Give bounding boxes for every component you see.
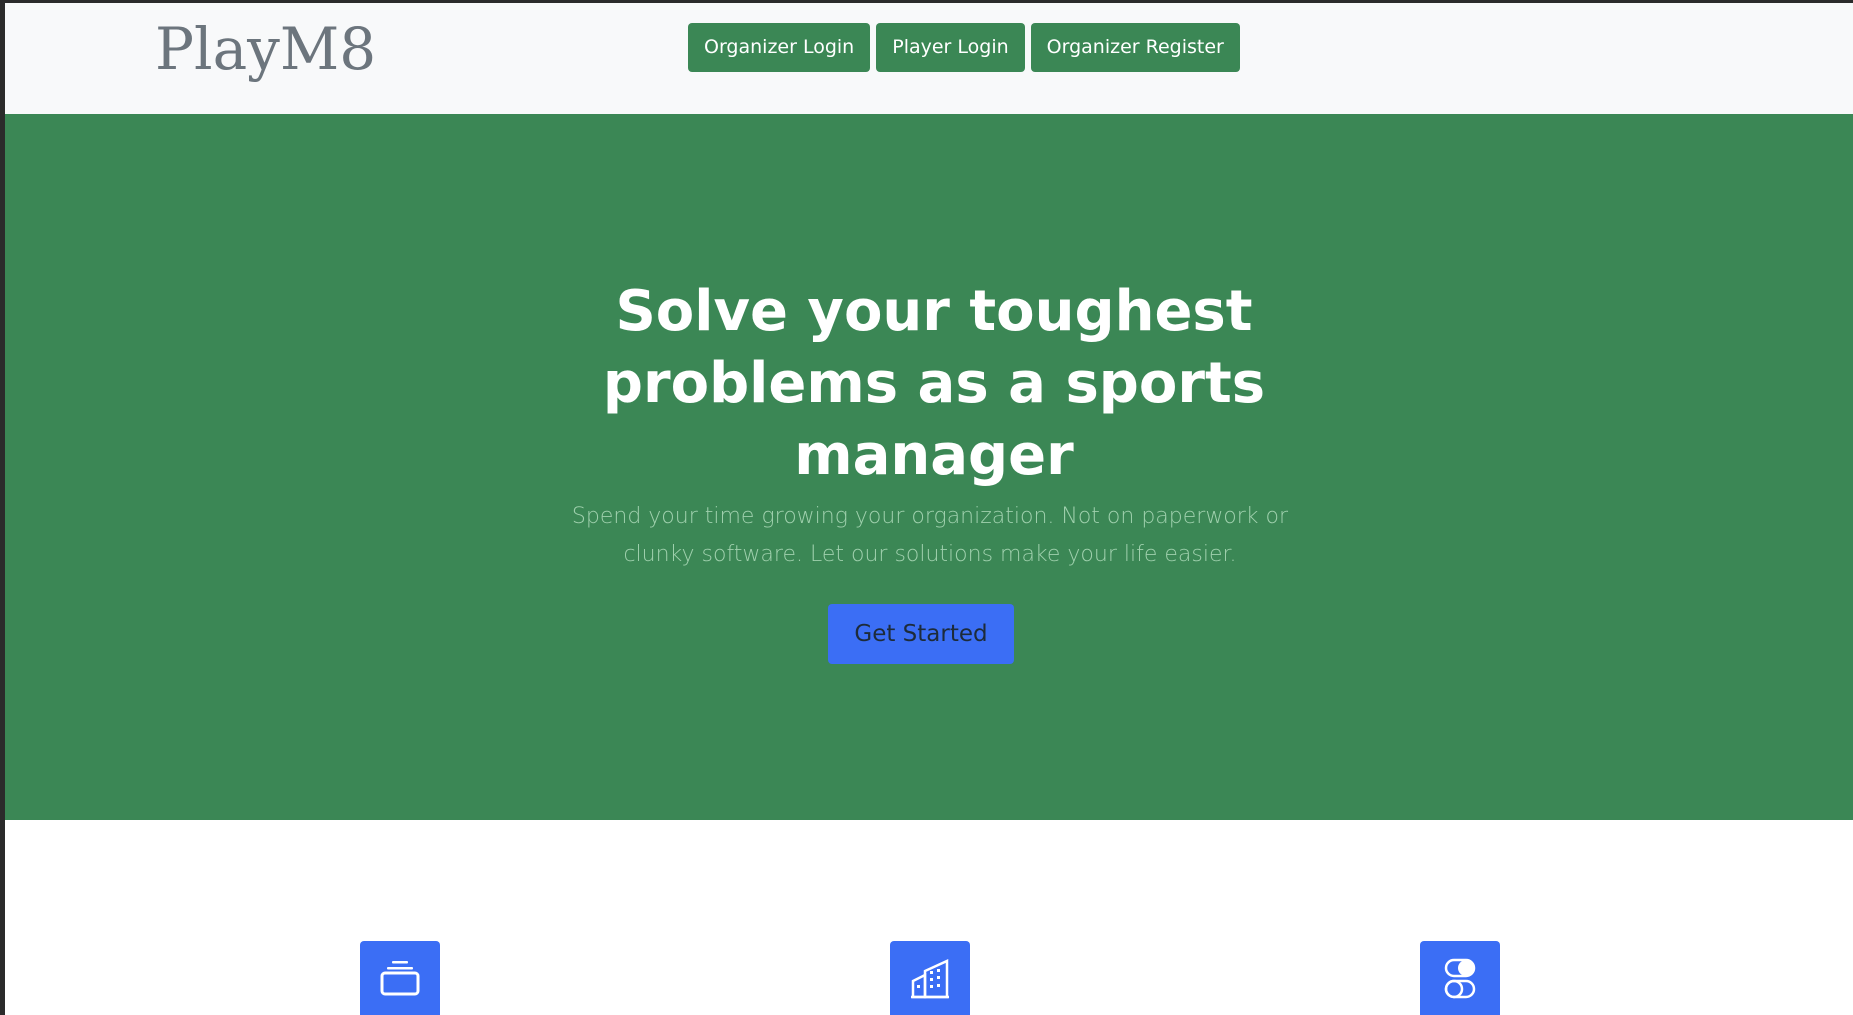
organizer-login-button[interactable]: Organizer Login bbox=[688, 23, 871, 72]
hero-subtitle: Spend your time growing your organizatio… bbox=[571, 504, 1289, 567]
player-login-button[interactable]: Player Login bbox=[876, 23, 1025, 72]
brand-logo[interactable]: PlayM8 bbox=[155, 15, 376, 83]
toggles-icon bbox=[1420, 941, 1500, 1015]
get-started-button[interactable]: Get Started bbox=[828, 604, 1014, 664]
nav-buttons: Organizer Login Player Login Organizer R… bbox=[688, 23, 1240, 72]
hero-title: Solve your toughest problems as a sports… bbox=[602, 279, 1266, 488]
page: PlayM8 Organizer Login Player Login Orga… bbox=[0, 0, 1853, 1015]
navbar: PlayM8 Organizer Login Player Login Orga… bbox=[5, 3, 1853, 114]
organizer-register-button[interactable]: Organizer Register bbox=[1030, 23, 1240, 72]
building-icon bbox=[890, 941, 970, 1015]
collection-icon bbox=[360, 941, 440, 1015]
hero-section: Solve your toughest problems as a sports… bbox=[5, 114, 1853, 820]
